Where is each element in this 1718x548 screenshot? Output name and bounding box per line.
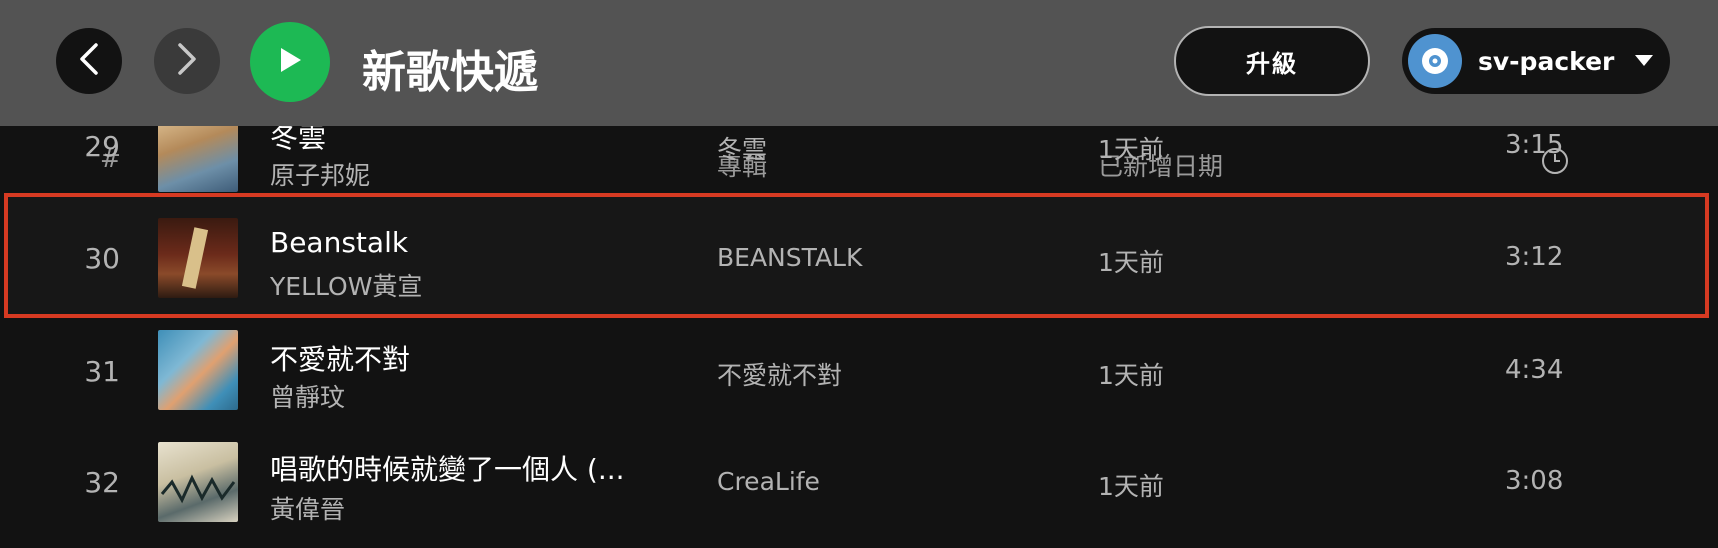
track-title[interactable]: 不愛就不對	[270, 338, 410, 378]
column-header-album[interactable]: 專輯	[717, 147, 767, 183]
caret-down-icon	[1634, 52, 1654, 71]
track-duration: 3:08	[1505, 466, 1564, 496]
track-duration: 4:34	[1505, 355, 1564, 385]
track-artist[interactable]: YELLOW黃宣	[270, 267, 422, 303]
column-header-date-added[interactable]: 已新增日期	[1098, 147, 1223, 183]
avatar	[1408, 34, 1462, 88]
chevron-right-icon	[174, 42, 200, 80]
track-date-added: 1天前	[1098, 248, 1164, 277]
track-row[interactable]: 32 唱歌的時候就變了一個人 (... 黃偉晉 CreaLife 1天前 3:0…	[0, 430, 1718, 540]
back-button[interactable]	[56, 28, 122, 94]
forward-button[interactable]	[154, 28, 220, 94]
track-row[interactable]: 31 不愛就不對 曾靜玟 不愛就不對 1天前 4:34	[0, 320, 1718, 430]
track-date-added: 1天前	[1098, 361, 1164, 390]
track-number: 32	[84, 466, 120, 499]
track-duration: 3:12	[1505, 242, 1564, 272]
track-album[interactable]: BEANSTALK	[717, 243, 862, 272]
track-artist[interactable]: 曾靜玟	[270, 378, 345, 414]
track-number: 30	[84, 242, 120, 275]
album-cover	[158, 330, 238, 410]
column-header-number: #	[100, 144, 121, 173]
track-album[interactable]: CreaLife	[717, 467, 820, 496]
track-number: 31	[84, 355, 120, 388]
track-album[interactable]: 不愛就不對	[717, 356, 842, 392]
track-title[interactable]: 唱歌的時候就變了一個人 (...	[270, 448, 625, 488]
track-date-added: 1天前	[1098, 472, 1164, 501]
chevron-left-icon	[76, 42, 102, 80]
top-bar: 新歌快遞 升級 sv-packer	[0, 0, 1718, 126]
track-row[interactable]: 30 Beanstalk YELLOW黃宣 BEANSTALK 1天前 3:12	[0, 200, 1718, 310]
clock-icon	[1541, 147, 1569, 175]
upgrade-button[interactable]: 升級	[1174, 26, 1370, 96]
page-title: 新歌快遞	[362, 47, 538, 98]
play-icon	[277, 46, 303, 78]
track-artist[interactable]: 原子邦妮	[270, 156, 370, 192]
track-artist[interactable]: 黃偉晉	[270, 490, 345, 526]
album-cover	[158, 218, 238, 298]
play-button[interactable]	[250, 22, 330, 102]
album-cover	[158, 442, 238, 522]
username: sv-packer	[1478, 46, 1615, 76]
track-title[interactable]: Beanstalk	[270, 226, 408, 259]
user-menu-button[interactable]: sv-packer	[1402, 28, 1670, 94]
